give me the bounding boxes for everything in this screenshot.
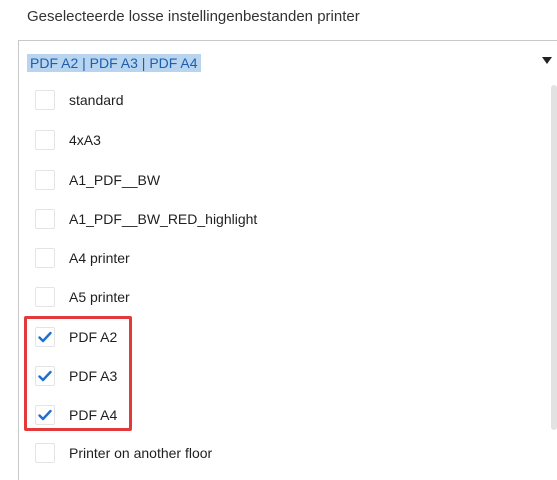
option-label: standard xyxy=(69,92,124,108)
option-a1-pdf-bw-red-highlight[interactable]: A1_PDF__BW_RED_highlight xyxy=(35,205,495,233)
checkmark-icon xyxy=(38,409,52,421)
checkbox[interactable] xyxy=(35,443,55,463)
checkbox[interactable] xyxy=(35,209,55,229)
printer-settings-dropdown[interactable]: PDF A2 | PDF A3 | PDF A4 standard 4xA3 A… xyxy=(18,40,557,480)
option-label: PDF A4 xyxy=(69,407,118,423)
option-label: A1_PDF__BW_RED_highlight xyxy=(69,211,258,227)
checkbox[interactable] xyxy=(35,248,55,268)
field-heading: Geselecteerde losse instellingenbestande… xyxy=(27,8,360,25)
option-a4-printer[interactable]: A4 printer xyxy=(35,244,495,272)
option-label: PDF A2 xyxy=(69,329,118,345)
checkbox[interactable] xyxy=(35,170,55,190)
checkbox-checked[interactable] xyxy=(35,366,55,386)
checkbox[interactable] xyxy=(35,287,55,307)
option-label: A4 printer xyxy=(69,250,130,266)
checkbox-checked[interactable] xyxy=(35,405,55,425)
option-pdf-a3[interactable]: PDF A3 xyxy=(35,362,495,390)
option-label: A5 printer xyxy=(69,289,130,305)
option-a5-printer[interactable]: A5 printer xyxy=(35,283,495,311)
option-pdf-a4[interactable]: PDF A4 xyxy=(35,401,495,429)
checkmark-icon xyxy=(38,370,52,382)
option-printer-on-another-floor[interactable]: Printer on another floor xyxy=(35,439,495,467)
checkmark-icon xyxy=(38,331,52,343)
caret-down-icon[interactable] xyxy=(542,57,552,64)
option-a1-pdf-bw[interactable]: A1_PDF__BW xyxy=(35,166,495,194)
option-pdf-a2[interactable]: PDF A2 xyxy=(35,323,495,351)
scrollbar[interactable] xyxy=(551,85,557,430)
checkbox[interactable] xyxy=(35,90,55,110)
option-standard[interactable]: standard xyxy=(35,86,495,114)
option-label: PDF A3 xyxy=(69,368,118,384)
selected-value[interactable]: PDF A2 | PDF A3 | PDF A4 xyxy=(27,54,201,72)
dropdown-select-row[interactable]: PDF A2 | PDF A3 | PDF A4 xyxy=(19,41,557,72)
checkbox-checked[interactable] xyxy=(35,327,55,347)
option-label: A1_PDF__BW xyxy=(69,172,161,188)
checkbox[interactable] xyxy=(35,130,55,150)
option-label: Printer on another floor xyxy=(69,445,213,461)
option-4xa3[interactable]: 4xA3 xyxy=(35,126,495,154)
option-label: 4xA3 xyxy=(69,132,101,148)
